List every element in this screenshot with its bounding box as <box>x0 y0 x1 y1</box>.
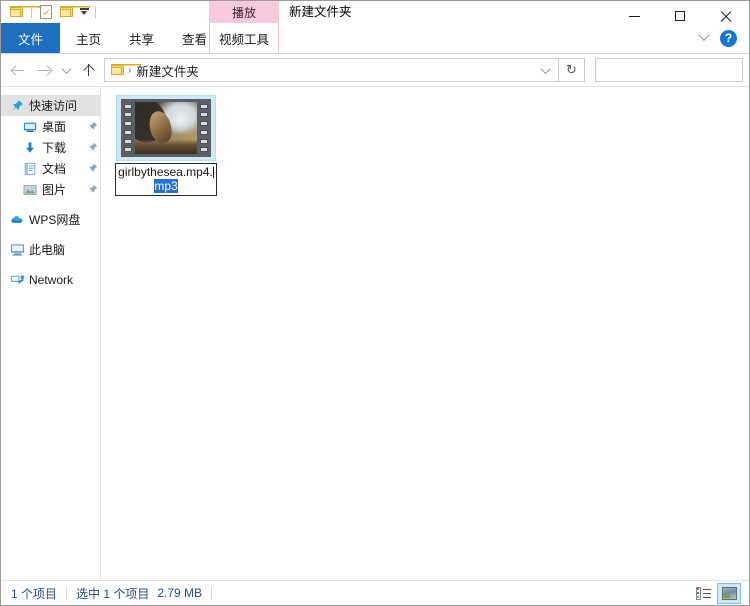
this-pc-icon <box>9 242 25 258</box>
sidebar-item-this-pc[interactable]: 此电脑 <box>1 239 100 260</box>
selection-label: 选中 1 个项目 <box>76 586 150 601</box>
properties-icon[interactable] <box>36 2 56 22</box>
sidebar-item-network[interactable]: Network <box>1 269 100 290</box>
refresh-button[interactable]: ↻ <box>559 58 585 82</box>
sidebar-label: 快速访问 <box>29 99 78 113</box>
tab-video-tools[interactable]: 视频工具 <box>209 23 279 53</box>
path-folder-icon <box>111 64 141 76</box>
sidebar-label: WPS网盘 <box>29 213 81 227</box>
view-switch-group <box>691 582 745 604</box>
sidebar-label: 文档 <box>42 162 67 176</box>
content-area: 快速访问 桌面 下载 文档 图片 WPS网盘 此电脑 Network girlb… <box>1 86 749 580</box>
search-input[interactable] <box>602 63 749 77</box>
tab-file[interactable]: 文件 <box>1 23 61 53</box>
list-item[interactable]: girlbythesea.mp4.mp3 <box>114 95 218 196</box>
details-view-button[interactable] <box>691 583 715 604</box>
pinned-icon <box>87 163 98 174</box>
download-icon <box>22 140 38 156</box>
collapse-ribbon-button[interactable] <box>692 26 716 50</box>
chevron-down-icon <box>540 63 550 74</box>
arrow-right-icon <box>37 64 51 77</box>
sidebar-label: 下载 <box>42 141 67 155</box>
pinned-icon <box>87 184 98 195</box>
pictures-icon <box>22 182 38 198</box>
search-box[interactable] <box>595 58 749 82</box>
text-cursor <box>212 167 214 178</box>
sidebar-item-pictures[interactable]: 图片 <box>1 179 100 200</box>
file-list-pane[interactable]: girlbythesea.mp4.mp3 <box>101 87 749 580</box>
sidebar-item-downloads[interactable]: 下载 <box>1 137 100 158</box>
status-separator-1 <box>66 586 68 600</box>
document-icon <box>22 161 38 177</box>
customize-qat-dropdown-icon[interactable] <box>78 2 91 22</box>
help-button[interactable]: ? <box>720 29 737 47</box>
title-bar: 播放 新建文件夹 <box>1 1 749 23</box>
chevron-down-icon <box>61 63 71 74</box>
sidebar-item-documents[interactable]: 文档 <box>1 158 100 179</box>
window-title: 新建文件夹 <box>289 5 352 19</box>
large-icons-view-button[interactable] <box>717 582 741 604</box>
arrow-up-icon <box>82 63 95 77</box>
qat-separator-2 <box>95 6 96 18</box>
ribbon-tab-strip: 文件 主页 共享 查看 视频工具 ? <box>1 23 749 54</box>
pinned-icon <box>87 121 98 132</box>
address-path-field[interactable]: › 新建文件夹 <box>104 58 559 82</box>
network-icon <box>9 272 25 288</box>
minimize-icon <box>628 15 640 17</box>
sidebar-item-quick-access[interactable]: 快速访问 <box>1 95 100 116</box>
folder-glyph <box>10 6 40 18</box>
new-folder-glyph <box>60 6 90 18</box>
sidebar-label: 此电脑 <box>29 243 66 257</box>
sidebar-item-wps-cloud[interactable]: WPS网盘 <box>1 209 100 230</box>
pinned-icon <box>87 142 98 153</box>
item-count-label: 1 个项目 <box>11 586 58 601</box>
sidebar-label: 桌面 <box>42 120 67 134</box>
status-bar: 1 个项目 选中 1 个项目 2.79 MB <box>1 580 749 605</box>
new-folder-icon[interactable] <box>57 2 90 22</box>
status-separator-2 <box>211 586 213 600</box>
sidebar-label: 图片 <box>42 183 67 197</box>
recent-locations-button[interactable] <box>57 57 75 83</box>
pin-icon <box>9 98 25 114</box>
file-explorer-window: 播放 新建文件夹 文件 主页 共享 查看 视频工具 ? › 新建文件夹 ↻ 快速… <box>0 0 750 606</box>
address-dropdown-button[interactable] <box>534 59 556 81</box>
desktop-icon <box>22 119 38 135</box>
properties-glyph <box>40 5 52 19</box>
back-button[interactable] <box>5 57 31 83</box>
thumbnail-frame <box>135 102 197 154</box>
selection-size-label: 2.79 MB <box>157 586 203 600</box>
video-thumbnail[interactable] <box>116 95 216 161</box>
forward-button[interactable] <box>31 57 57 83</box>
address-bar: › 新建文件夹 ↻ <box>1 54 749 86</box>
sidebar-item-desktop[interactable]: 桌面 <box>1 116 100 137</box>
tab-share[interactable]: 共享 <box>115 23 168 53</box>
cloud-icon <box>9 212 25 228</box>
quick-access-toolbar <box>1 1 99 23</box>
large-icons-view-icon <box>721 586 737 600</box>
close-icon <box>720 10 732 22</box>
rename-input[interactable]: girlbythesea.mp4.mp3 <box>115 163 217 196</box>
sidebar-label: Network <box>29 272 74 287</box>
up-button[interactable] <box>75 57 101 83</box>
tab-home[interactable]: 主页 <box>62 23 115 53</box>
rename-text-unselected: girlbythesea.mp4. <box>118 165 213 179</box>
filmstrip-sprockets-left <box>122 100 134 156</box>
details-view-icon <box>695 586 711 600</box>
contextual-tab-group-label: 播放 <box>209 1 279 23</box>
chevron-down-icon <box>698 29 710 41</box>
ribbon-right-controls: ? <box>692 23 745 53</box>
folder-icon[interactable] <box>7 2 40 22</box>
navigation-pane: 快速访问 桌面 下载 文档 图片 WPS网盘 此电脑 Network <box>1 87 101 580</box>
maximize-icon <box>675 11 685 21</box>
filmstrip-icon <box>121 99 211 157</box>
breadcrumb-item-0[interactable]: 新建文件夹 <box>132 61 203 80</box>
filmstrip-sprockets-right <box>198 100 210 156</box>
rename-text-selected: mp3 <box>154 179 178 193</box>
arrow-left-icon <box>11 64 25 77</box>
